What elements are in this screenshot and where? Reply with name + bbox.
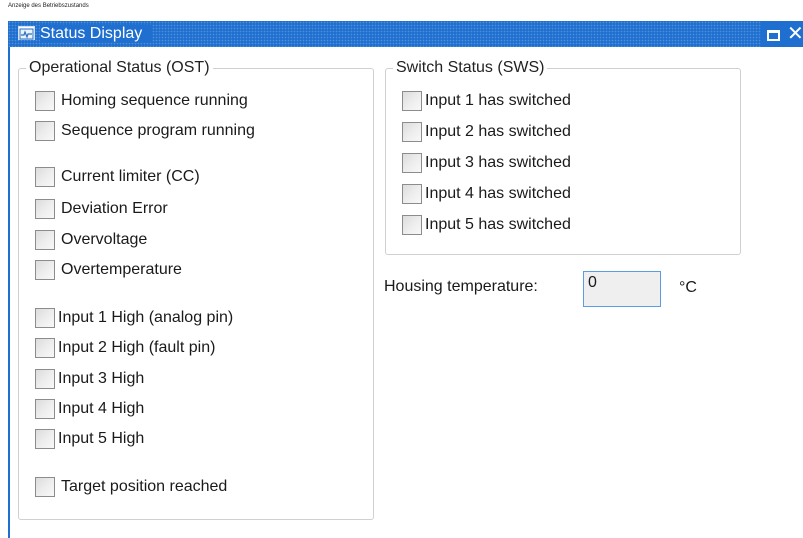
housing-temperature-label: Housing temperature: [384,278,538,295]
checkbox-label: Input 5 High [58,430,145,447]
checkbox-label: Input 1 High (analog pin) [58,309,234,326]
checkbox-row-sequence-program-running[interactable]: Sequence program running [35,121,255,141]
checkbox-row-homing-sequence-running[interactable]: Homing sequence running [35,91,248,111]
checkbox[interactable] [35,199,55,219]
checkbox[interactable] [402,184,422,204]
checkbox-row-input-1-high[interactable]: Input 1 High (analog pin) [35,308,233,328]
checkbox-row-input-2-high[interactable]: Input 2 High (fault pin) [35,338,215,358]
checkbox-label: Input 4 High [58,400,145,417]
housing-temperature-unit: °C [679,279,697,296]
window-content: Operational Status (OST) Homing sequence… [8,47,803,538]
checkbox-label: Input 3 has switched [425,154,571,171]
checkbox-row-input-4-switched[interactable]: Input 4 has switched [402,184,571,204]
checkbox-label: Target position reached [61,478,228,495]
checkbox[interactable] [35,91,55,111]
window-title: Status Display [40,25,153,43]
checkbox-label: Overvoltage [61,231,148,248]
checkbox-label: Input 2 High (fault pin) [58,339,216,356]
checkbox-row-current-limiter[interactable]: Current limiter (CC) [35,167,200,187]
checkbox[interactable] [35,429,55,449]
monitor-icon [18,26,35,40]
operational-status-legend: Operational Status (OST) [29,59,210,76]
checkbox[interactable] [35,167,55,187]
checkbox-row-input-3-high[interactable]: Input 3 High [35,369,144,389]
checkbox-label: Homing sequence running [61,92,248,109]
checkbox[interactable] [35,121,55,141]
titlebar-buttons: ✕ [761,21,803,47]
checkbox-label: Deviation Error [61,200,168,217]
checkbox-label: Overtemperature [61,261,182,278]
switch-status-legend: Switch Status (SWS) [396,59,545,76]
checkbox-row-overvoltage[interactable]: Overvoltage [35,230,147,250]
caption-text: Anzeige des Betriebszustands [8,3,89,9]
close-icon[interactable]: ✕ [787,24,803,44]
checkbox-row-input-4-high[interactable]: Input 4 High [35,399,144,419]
checkbox-row-overtemperature[interactable]: Overtemperature [35,260,182,280]
checkbox-row-input-5-switched[interactable]: Input 5 has switched [402,215,571,235]
checkbox-label: Input 3 High [58,370,145,387]
checkbox-row-deviation-error[interactable]: Deviation Error [35,199,168,219]
checkbox[interactable] [35,308,55,328]
checkbox-label: Input 1 has switched [425,92,571,109]
checkbox-row-input-3-switched[interactable]: Input 3 has switched [402,153,571,173]
checkbox-row-input-5-high[interactable]: Input 5 High [35,429,144,449]
checkbox[interactable] [35,230,55,250]
checkbox[interactable] [35,260,55,280]
checkbox[interactable] [402,91,422,111]
checkbox-label: Input 4 has switched [425,185,571,202]
checkbox-label: Current limiter (CC) [61,168,200,185]
checkbox-row-input-1-switched[interactable]: Input 1 has switched [402,91,571,111]
housing-temperature-field[interactable]: 0 [583,271,661,307]
checkbox-label: Sequence program running [61,122,255,139]
checkbox[interactable] [35,338,55,358]
checkbox-label: Input 2 has switched [425,123,571,140]
checkbox[interactable] [402,215,422,235]
housing-temperature-value: 0 [588,274,597,291]
checkbox-row-target-position-reached[interactable]: Target position reached [35,477,227,497]
checkbox[interactable] [402,153,422,173]
checkbox-row-input-2-switched[interactable]: Input 2 has switched [402,122,571,142]
window-titlebar[interactable]: Status Display ✕ [8,21,803,47]
checkbox[interactable] [35,399,55,419]
checkbox-label: Input 5 has switched [425,216,571,233]
checkbox[interactable] [35,477,55,497]
maximize-icon[interactable] [767,29,780,41]
checkbox[interactable] [402,122,422,142]
checkbox[interactable] [35,369,55,389]
